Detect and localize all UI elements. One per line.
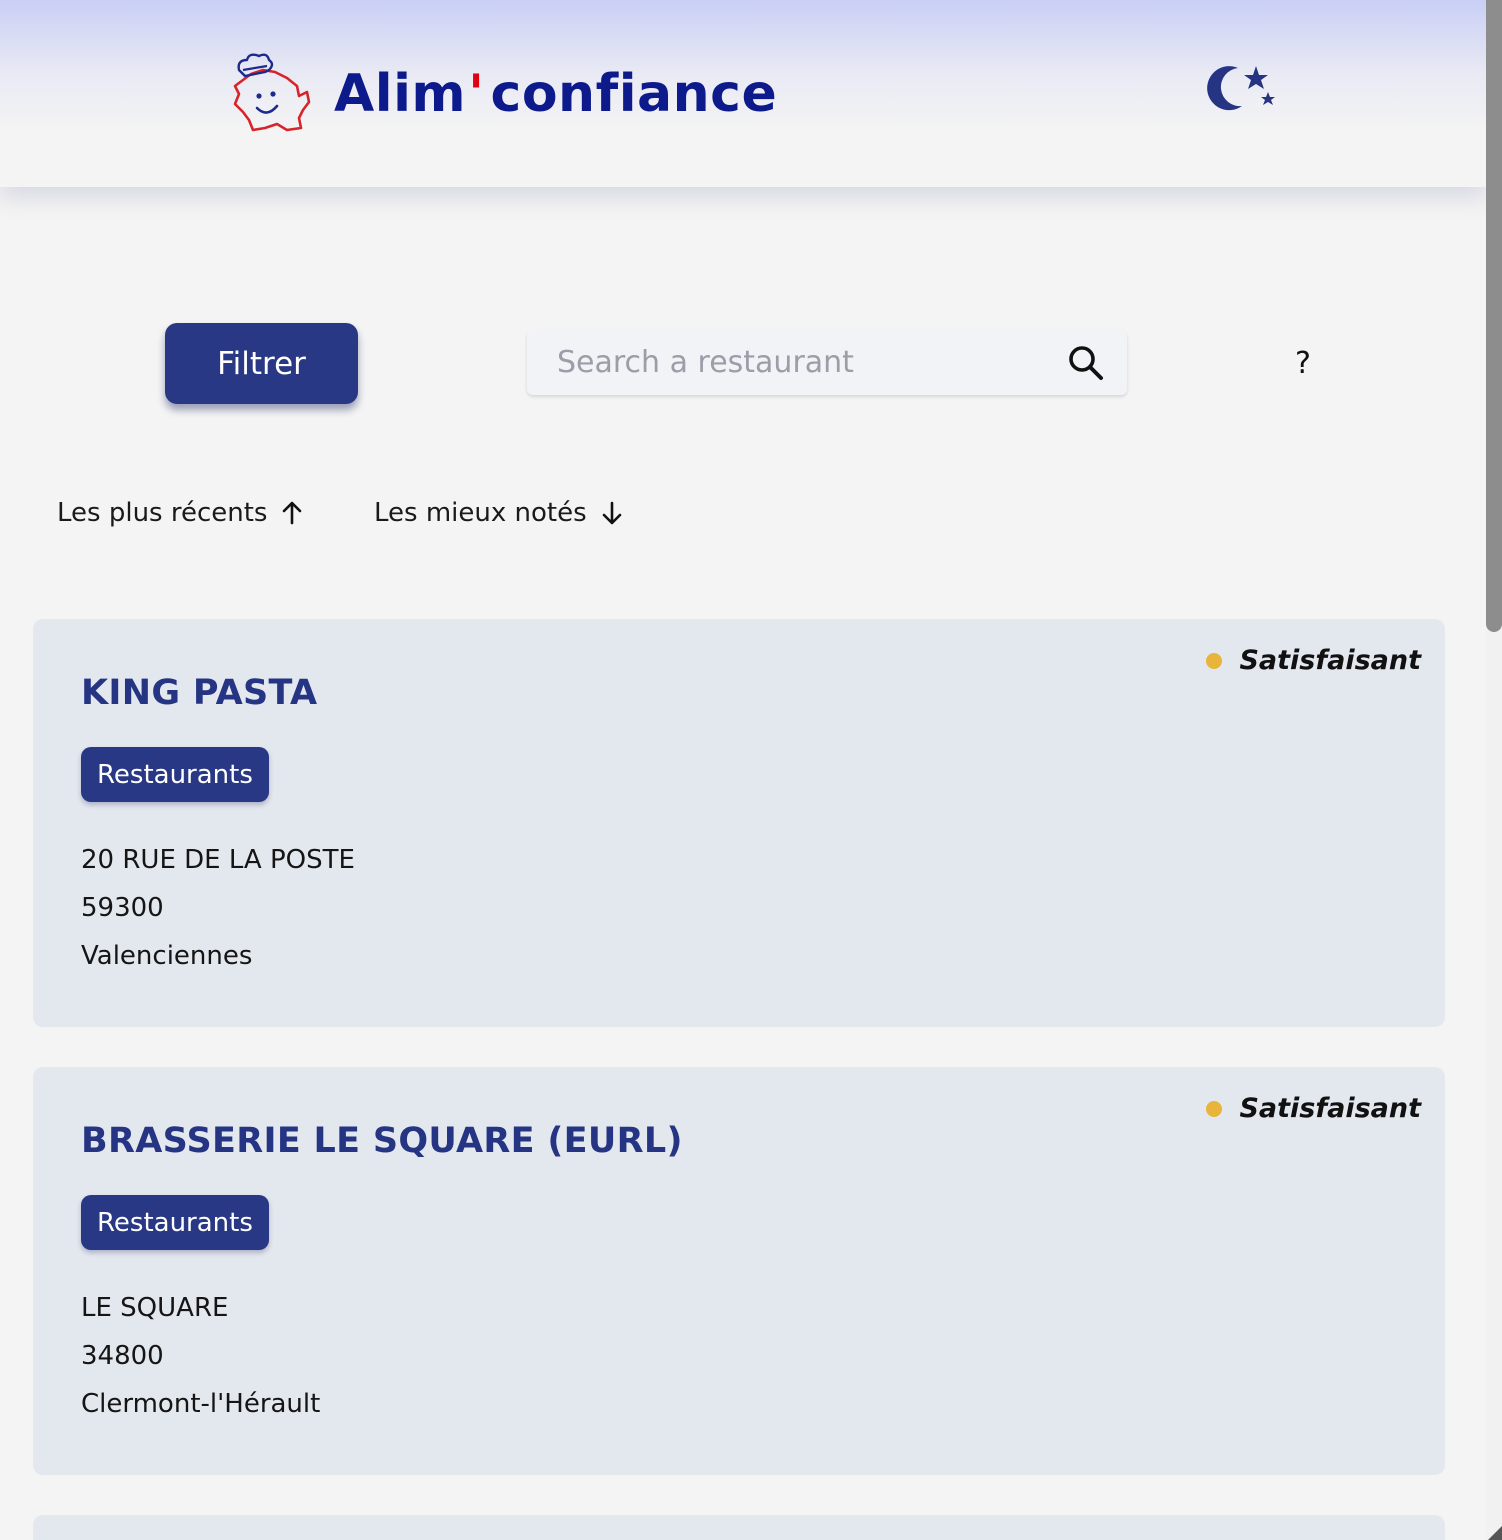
sort-best-rated[interactable]: Les mieux notés	[374, 490, 623, 536]
city: Valenciennes	[81, 941, 253, 971]
help-button[interactable]: ?	[1285, 342, 1321, 386]
search-input[interactable]	[557, 330, 1037, 395]
rating-label: Satisfaisant	[1239, 1093, 1421, 1124]
filter-button[interactable]: Filtrer	[165, 323, 358, 404]
sort-most-recent[interactable]: Les plus récents	[57, 490, 303, 536]
brand-apostrophe: '	[468, 64, 485, 124]
address-line: 20 RUE DE LA POSTE	[81, 845, 355, 875]
brand-title[interactable]: Alim' confiance	[334, 58, 777, 130]
restaurant-card-partial[interactable]	[33, 1515, 1445, 1540]
search-bar	[527, 330, 1127, 395]
scrollbar-thumb[interactable]	[1486, 0, 1502, 632]
moon-stars-icon[interactable]	[1202, 60, 1282, 116]
brand-name-part1: Alim	[334, 64, 467, 124]
postal-code: 34800	[81, 1341, 164, 1371]
category-tag[interactable]: Restaurants	[81, 1195, 269, 1250]
scroll-down-arrow[interactable]	[1488, 1526, 1502, 1540]
restaurant-name[interactable]: KING PASTA	[81, 673, 317, 713]
address-line: LE SQUARE	[81, 1293, 229, 1323]
sort-most-recent-label: Les plus récents	[57, 498, 268, 528]
hygiene-rating: Satisfaisant	[1206, 645, 1421, 676]
chef-france-mascot-icon[interactable]	[229, 48, 313, 134]
city: Clermont-l'Hérault	[81, 1389, 321, 1419]
postal-code: 59300	[81, 893, 164, 923]
hygiene-rating: Satisfaisant	[1206, 1093, 1421, 1124]
search-icon[interactable]	[1067, 344, 1105, 382]
rating-status-dot	[1206, 652, 1223, 669]
restaurant-card[interactable]: BRASSERIE LE SQUARE (EURL) Restaurants L…	[33, 1067, 1445, 1475]
sort-best-rated-label: Les mieux notés	[374, 498, 587, 528]
rating-status-dot	[1206, 1100, 1223, 1117]
rating-label: Satisfaisant	[1239, 645, 1421, 676]
arrow-down-icon	[602, 501, 621, 525]
arrow-up-icon	[283, 501, 302, 525]
category-tag[interactable]: Restaurants	[81, 747, 269, 802]
site-header: Alim' confiance	[0, 0, 1486, 187]
restaurant-name[interactable]: BRASSERIE LE SQUARE (EURL)	[81, 1121, 683, 1161]
restaurant-card[interactable]: KING PASTA Restaurants 20 RUE DE LA POST…	[33, 619, 1445, 1027]
brand-name-part2: confiance	[490, 64, 778, 124]
